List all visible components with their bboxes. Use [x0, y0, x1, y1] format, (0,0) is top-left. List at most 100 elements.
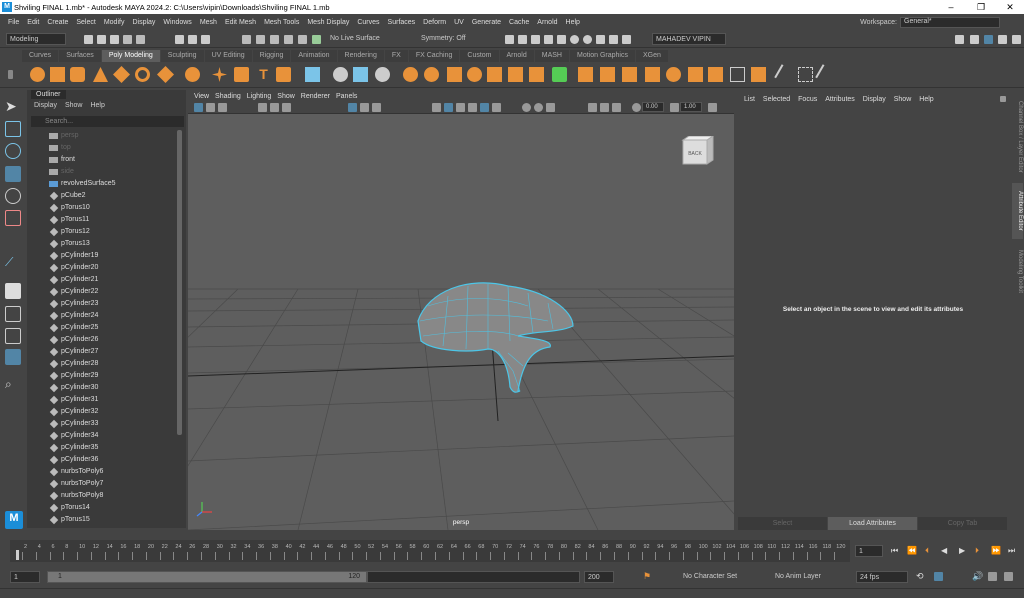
snap-point-icon[interactable]: [270, 35, 279, 44]
play-forwards-icon[interactable]: ▶: [959, 546, 965, 555]
outliner-scrollbar[interactable]: [177, 130, 182, 435]
attribute-editor-menu-focus[interactable]: Focus: [798, 96, 817, 103]
sound-icon[interactable]: 🔊: [972, 571, 983, 582]
move-tool-icon[interactable]: [5, 166, 21, 182]
four-view-layout-icon[interactable]: [5, 306, 21, 322]
redo-icon[interactable]: [136, 35, 145, 44]
attribute-editor-menu-attributes[interactable]: Attributes: [825, 96, 855, 103]
ambient-occlusion-icon[interactable]: [522, 103, 531, 112]
image-plane-icon[interactable]: [258, 103, 267, 112]
snap-curve-icon[interactable]: [256, 35, 265, 44]
target-weld-icon[interactable]: [578, 67, 593, 82]
undo-icon[interactable]: [123, 35, 132, 44]
load-attributes-button[interactable]: Load Attributes: [828, 517, 917, 530]
outliner-item[interactable]: pCylinder34: [27, 430, 177, 442]
menu-help[interactable]: Help: [566, 19, 580, 26]
current-frame-field[interactable]: 1: [855, 545, 883, 557]
poly-cube-icon[interactable]: [50, 67, 65, 82]
outliner-item[interactable]: nurbsToPoly8: [27, 490, 177, 502]
color-management-icon[interactable]: [708, 103, 717, 112]
animation-preferences-icon[interactable]: [988, 572, 997, 581]
menu-deform[interactable]: Deform: [423, 19, 446, 26]
select-tool-icon[interactable]: ➤: [5, 98, 21, 114]
menu-edit[interactable]: Edit: [27, 19, 39, 26]
menu-mesh-display[interactable]: Mesh Display: [307, 19, 349, 26]
shelf-tab-rigging[interactable]: Rigging: [252, 50, 291, 62]
ipr-render-icon[interactable]: [531, 35, 540, 44]
lasso-tool-icon[interactable]: [5, 121, 21, 137]
lighting-icon[interactable]: [480, 103, 489, 112]
outliner-item[interactable]: pCylinder19: [27, 250, 177, 262]
shelf-tab-mash[interactable]: MASH: [534, 50, 569, 62]
poly-helix-icon[interactable]: [234, 67, 249, 82]
outliner-item[interactable]: pCylinder27: [27, 346, 177, 358]
menu-create[interactable]: Create: [47, 19, 68, 26]
outliner-item[interactable]: pCylinder36: [27, 454, 177, 466]
shelf-menu-icon[interactable]: [8, 70, 13, 79]
menu-generate[interactable]: Generate: [472, 19, 501, 26]
select-camera-icon[interactable]: [194, 103, 203, 112]
shelf-tab-fx-caching[interactable]: FX Caching: [408, 50, 460, 62]
shelf-tab-surfaces[interactable]: Surfaces: [59, 50, 101, 62]
start-frame-field[interactable]: 1: [10, 571, 40, 583]
anti-aliasing-icon[interactable]: [546, 103, 555, 112]
attribute-editor-menu-show[interactable]: Show: [894, 96, 912, 103]
outliner-tab[interactable]: Outliner: [31, 90, 66, 99]
wireframe-icon[interactable]: [432, 103, 441, 112]
poly-plane-icon[interactable]: [113, 66, 130, 83]
cache-playback-icon[interactable]: [934, 572, 943, 581]
edge-loop-icon[interactable]: [622, 67, 637, 82]
shelf-tab-motion-graphics[interactable]: Motion Graphics: [569, 50, 635, 62]
outliner-menu-display[interactable]: Display: [34, 102, 57, 109]
shelf-tab-poly-modeling[interactable]: Poly Modeling: [101, 50, 160, 62]
viewport-menu-show[interactable]: Show: [277, 93, 295, 100]
tool-settings-icon[interactable]: [998, 35, 1007, 44]
super-shape-icon[interactable]: [212, 67, 227, 82]
open-scene-icon[interactable]: [97, 35, 106, 44]
time-slider[interactable]: 2 4 6 8 10 12 14 16 18 20 22 24 26 28 30 32 34 36 38 40 42 44…: [10, 540, 850, 562]
play-backwards-icon[interactable]: ◀: [941, 546, 947, 555]
shadows-icon[interactable]: [492, 103, 501, 112]
view-cube[interactable]: BACK: [681, 136, 715, 168]
sculpt-tool-icon[interactable]: [774, 64, 795, 85]
outliner-item[interactable]: pTorus13: [27, 238, 177, 250]
select-component-icon[interactable]: [201, 35, 210, 44]
wedge-icon[interactable]: [708, 67, 723, 82]
shelf-tab-arnold[interactable]: Arnold: [499, 50, 534, 62]
character-set-dropdown[interactable]: No Character Set: [680, 571, 752, 583]
outliner-item[interactable]: pCylinder22: [27, 286, 177, 298]
planar-uv-icon[interactable]: [730, 67, 745, 82]
menu-file[interactable]: File: [8, 19, 19, 26]
sign-in-icon[interactable]: [955, 35, 964, 44]
collapse-icon[interactable]: [666, 67, 681, 82]
anim-layer-dropdown[interactable]: No Anim Layer: [772, 571, 844, 583]
extrude-icon[interactable]: [447, 67, 462, 82]
outliner-item[interactable]: pCylinder31: [27, 394, 177, 406]
render-frame-icon[interactable]: [505, 35, 514, 44]
channel-box-icon[interactable]: [1012, 35, 1021, 44]
poly-disc-icon[interactable]: [157, 66, 174, 83]
viewport-menu-renderer[interactable]: Renderer: [301, 93, 330, 100]
camera-attributes-icon[interactable]: [206, 103, 215, 112]
viewport-menu-shading[interactable]: Shading: [215, 93, 241, 100]
arnold-render-icon[interactable]: [570, 35, 579, 44]
outliner-item[interactable]: nurbsToPoly7: [27, 478, 177, 490]
outliner-item[interactable]: pCylinder32: [27, 406, 177, 418]
command-line[interactable]: [0, 588, 1024, 598]
user-account-dropdown[interactable]: MAHADEV VIPIN: [652, 33, 726, 45]
shelf-tab-curves[interactable]: Curves: [22, 50, 59, 62]
single-perspective-layout-icon[interactable]: [5, 283, 21, 299]
attribute-editor-menu-list[interactable]: List: [744, 96, 755, 103]
outliner-item[interactable]: pCylinder26: [27, 334, 177, 346]
pin-icon[interactable]: [1000, 96, 1006, 102]
outliner-item[interactable]: pTorus10: [27, 202, 177, 214]
smooth-icon[interactable]: [375, 67, 390, 82]
lattice-icon[interactable]: [798, 67, 813, 82]
menu-mesh[interactable]: Mesh: [200, 19, 217, 26]
viewport-menu-lighting[interactable]: Lighting: [247, 93, 272, 100]
outliner-item[interactable]: pTorus11: [27, 214, 177, 226]
append-to-poly-icon[interactable]: [529, 67, 544, 82]
loop-icon[interactable]: ⟲: [916, 571, 924, 582]
outliner-item[interactable]: pTorus12: [27, 226, 177, 238]
bookmarks-icon[interactable]: [218, 103, 227, 112]
